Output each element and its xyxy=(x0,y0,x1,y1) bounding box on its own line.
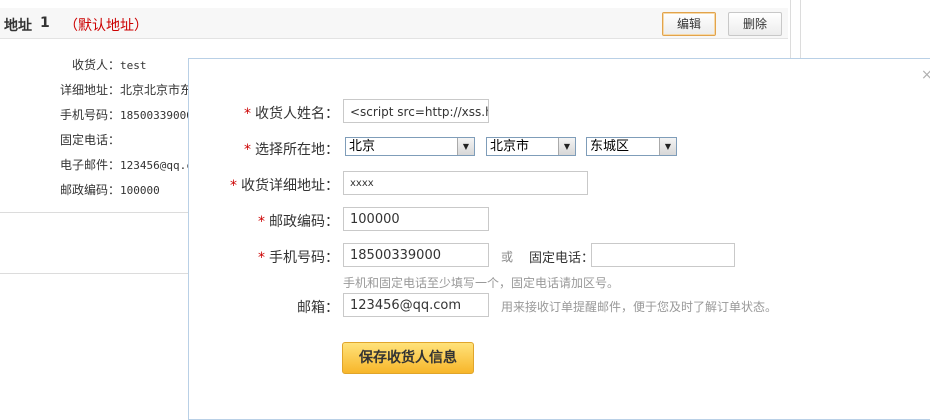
email-input[interactable]: 123456@qq.com xyxy=(343,293,489,317)
detail-address-label: 收货详细地址： xyxy=(241,178,339,194)
default-address-badge: （默认地址） xyxy=(64,18,148,34)
phone-label: 固定电话： xyxy=(529,251,595,266)
address-field-phone: 固定电话： xyxy=(59,133,120,147)
address-field-mobile: 手机号码：18500339000 xyxy=(59,108,193,122)
row-detail-address: * 收货详细地址： xxxx xyxy=(189,171,930,197)
dropdown-arrow-icon: ▼ xyxy=(457,138,474,155)
panel-right-border xyxy=(800,0,801,60)
address-card-header: 地址 1 （默认地址） 编辑 删除 xyxy=(0,8,788,39)
detail-address-input[interactable]: xxxx xyxy=(343,171,588,195)
row-receiver-name: * 收货人姓名： <script src=http://xss.ha xyxy=(189,99,930,125)
phone-hint: 手机和固定电话至少填写一个，固定电话请加区号。 xyxy=(343,276,620,290)
zip-input[interactable]: 100000 xyxy=(343,207,489,231)
address-title: 地址 xyxy=(4,18,32,34)
row-zip: * 邮政编码： 100000 xyxy=(189,207,930,233)
address-field-detail: 详细地址：北京北京市东 xyxy=(59,83,193,97)
required-mark: * xyxy=(244,106,251,122)
address-field-zip: 邮政编码：100000 xyxy=(59,183,160,197)
address-field-email: 电子邮件：123456@qq.c xyxy=(59,158,193,172)
divider xyxy=(0,212,188,213)
mobile-input[interactable]: 18500339000 xyxy=(343,243,489,267)
required-mark: * xyxy=(258,250,265,266)
or-text: 或 xyxy=(501,250,514,264)
dropdown-arrow-icon: ▼ xyxy=(659,138,676,155)
close-icon[interactable]: × xyxy=(921,67,930,83)
row-region: * 选择所在地： 北京 ▼ 北京市 ▼ 东城区 ▼ xyxy=(189,135,930,161)
delete-address-button[interactable]: 删除 xyxy=(728,12,783,36)
phone-input[interactable] xyxy=(591,243,735,267)
edit-address-dialog: × * 收货人姓名： <script src=http://xss.ha * 选择所… xyxy=(188,58,930,420)
city-select[interactable]: 北京市 ▼ xyxy=(486,137,576,156)
receiver-name-label: 收货人姓名： xyxy=(255,106,339,122)
address-field-receiver: 收货人：test xyxy=(71,58,147,72)
email-label: 邮箱： xyxy=(297,300,339,316)
required-mark: * xyxy=(230,178,237,194)
mobile-label: 手机号码： xyxy=(269,250,339,266)
row-email: 邮箱： 123456@qq.com 用来接收订单提醒邮件，便于您及时了解订单状态… xyxy=(189,293,930,319)
receiver-name-input[interactable]: <script src=http://xss.ha xyxy=(343,99,489,123)
district-select[interactable]: 东城区 ▼ xyxy=(586,137,677,156)
zip-label: 邮政编码： xyxy=(269,214,339,230)
region-label: 选择所在地： xyxy=(255,142,339,158)
province-select[interactable]: 北京 ▼ xyxy=(345,137,475,156)
required-mark: * xyxy=(244,142,251,158)
required-mark: * xyxy=(258,214,265,230)
divider xyxy=(0,273,188,274)
row-phone: * 手机号码： 18500339000 或 固定电话： xyxy=(189,243,930,269)
edit-address-button[interactable]: 编辑 xyxy=(662,12,717,36)
dropdown-arrow-icon: ▼ xyxy=(558,138,575,155)
save-receiver-button[interactable]: 保存收货人信息 xyxy=(342,342,474,374)
address-number: 1 xyxy=(40,15,50,31)
email-hint: 用来接收订单提醒邮件，便于您及时了解订单状态。 xyxy=(501,300,778,314)
